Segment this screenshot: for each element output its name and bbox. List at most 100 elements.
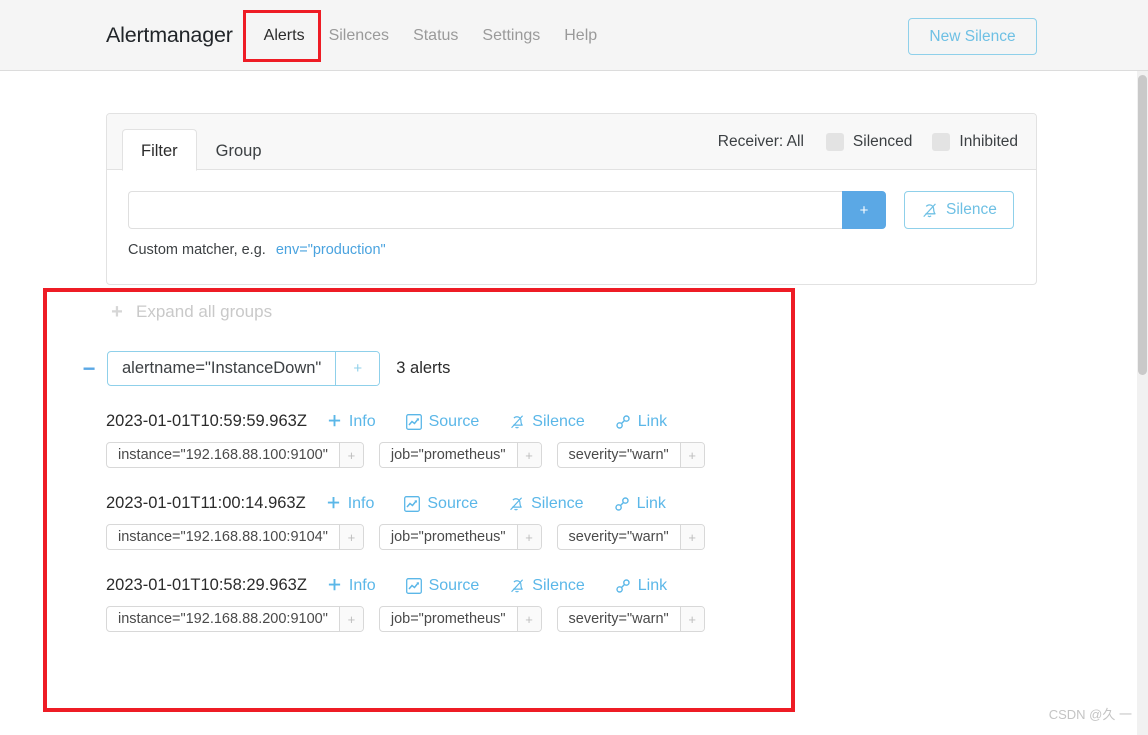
inhibited-checkbox[interactable] <box>932 133 951 151</box>
alert-link-label: Link <box>637 412 668 430</box>
label-value[interactable]: instance="192.168.88.200:9100" <box>107 607 339 631</box>
alert-link-button[interactable]: Link <box>615 413 667 431</box>
expand-all-groups-button[interactable]: + Expand all groups <box>106 298 866 326</box>
alert-silence-button[interactable]: Silence <box>509 412 585 431</box>
inhibited-toggle[interactable]: Inhibited <box>932 133 1018 151</box>
label-add-button[interactable]: + <box>516 443 541 467</box>
matcher-input[interactable] <box>128 191 842 229</box>
label-chip: instance="192.168.88.100:9104" + <box>106 524 364 550</box>
alert-item: 2023-01-01T10:58:29.963Z Info Source Sil… <box>106 576 866 632</box>
alert-source-label: Source <box>427 494 479 512</box>
group-matcher-value[interactable]: alertname="InstanceDown" <box>108 352 335 385</box>
filter-options: Receiver: All Silenced Inhibited <box>718 114 1018 170</box>
alert-item: 2023-01-01T10:59:59.963Z Info Source Sil… <box>106 412 866 468</box>
matcher-hint: Custom matcher, e.g. env="production" <box>128 242 386 258</box>
alert-header: 2023-01-01T10:58:29.963Z Info Source Sil… <box>106 576 866 595</box>
alert-header: 2023-01-01T11:00:14.963Z Info Source Sil… <box>106 494 866 513</box>
bell-slash-icon <box>921 202 938 219</box>
label-chip: severity="warn" + <box>556 524 705 550</box>
alert-header: 2023-01-01T10:59:59.963Z Info Source Sil… <box>106 412 866 431</box>
alert-link-label: Link <box>637 576 668 594</box>
alert-labels: instance="192.168.88.100:9100" + job="pr… <box>106 442 866 468</box>
silenced-checkbox[interactable] <box>825 133 844 151</box>
expand-all-groups-label: Expand all groups <box>136 302 273 321</box>
nav-item-settings[interactable]: Settings <box>470 21 552 51</box>
matcher-hint-text: Custom matcher, e.g. <box>128 242 266 258</box>
link-icon <box>615 578 631 594</box>
bell-slash-icon <box>509 414 525 430</box>
label-add-button[interactable]: + <box>338 443 363 467</box>
label-chip: job="prometheus" + <box>378 442 542 468</box>
alert-timestamp: 2023-01-01T10:58:29.963Z <box>106 576 307 594</box>
label-value[interactable]: job="prometheus" <box>380 525 517 549</box>
label-value[interactable]: instance="192.168.88.100:9100" <box>107 443 339 467</box>
label-add-button[interactable]: + <box>679 607 704 631</box>
group-matcher-add-button[interactable]: + <box>335 352 380 385</box>
label-add-button[interactable]: + <box>338 525 363 549</box>
label-add-button[interactable]: + <box>679 525 704 549</box>
alert-info-label: Info <box>348 412 376 430</box>
alert-link-label: Link <box>636 494 666 512</box>
alert-source-link[interactable]: Source <box>405 576 480 595</box>
bell-slash-icon <box>508 496 524 512</box>
alert-info-button[interactable]: Info <box>327 413 376 431</box>
receiver-label[interactable]: Receiver: All <box>718 133 804 151</box>
bell-slash-icon <box>509 578 525 594</box>
filter-tabs-row: Filter Group Receiver: All Silenced Inhi… <box>107 114 1036 171</box>
label-add-button[interactable]: + <box>516 607 541 631</box>
app-root: Alertmanager Alerts Silences Status Sett… <box>0 0 1148 735</box>
nav-links: Alerts Silences Status Settings Help <box>252 21 609 51</box>
nav-item-status[interactable]: Status <box>401 21 470 51</box>
top-navbar: Alertmanager Alerts Silences Status Sett… <box>0 0 1148 71</box>
silenced-toggle[interactable]: Silenced <box>825 133 913 151</box>
nav-item-help[interactable]: Help <box>552 21 609 51</box>
label-value[interactable]: instance="192.168.88.100:9104" <box>107 525 339 549</box>
label-add-button[interactable]: + <box>679 443 704 467</box>
silence-button[interactable]: Silence <box>904 191 1014 229</box>
label-chip: severity="warn" + <box>556 442 705 468</box>
navbar-content: Alertmanager Alerts Silences Status Sett… <box>106 0 609 71</box>
app-brand: Alertmanager <box>106 23 233 47</box>
alert-info-button[interactable]: Info <box>326 495 374 513</box>
alert-source-link[interactable]: Source <box>405 412 480 431</box>
label-value[interactable]: job="prometheus" <box>380 443 517 467</box>
label-value[interactable]: job="prometheus" <box>380 607 517 631</box>
label-value[interactable]: severity="warn" <box>558 525 680 549</box>
group-matcher-chip: alertname="InstanceDown" + <box>107 351 381 386</box>
alert-timestamp: 2023-01-01T10:59:59.963Z <box>106 412 307 430</box>
matcher-add-button[interactable]: + <box>842 191 886 229</box>
nav-item-alerts[interactable]: Alerts <box>252 21 317 51</box>
tab-filter[interactable]: Filter <box>122 129 197 171</box>
alert-silence-button[interactable]: Silence <box>509 577 585 595</box>
filter-tabs: Filter Group <box>122 114 281 171</box>
filter-body: + Silence Custom matcher, e.g. env="prod… <box>107 170 1036 284</box>
label-add-button[interactable]: + <box>338 607 363 631</box>
label-chip: instance="192.168.88.200:9100" + <box>106 606 364 632</box>
alert-silence-button[interactable]: Silence <box>508 495 584 513</box>
alert-silence-label: Silence <box>532 412 585 430</box>
alert-info-button[interactable]: Info <box>327 577 376 595</box>
new-silence-button[interactable]: New Silence <box>908 18 1037 55</box>
matcher-hint-example[interactable]: env="production" <box>276 242 386 258</box>
link-icon <box>614 496 630 512</box>
link-icon <box>615 414 631 430</box>
tab-group[interactable]: Group <box>197 129 281 171</box>
alert-link-button[interactable]: Link <box>615 577 667 595</box>
alert-source-label: Source <box>428 412 480 430</box>
alerts-count-label: 3 alerts <box>396 359 451 377</box>
label-value[interactable]: severity="warn" <box>558 607 680 631</box>
label-add-button[interactable]: + <box>516 525 541 549</box>
label-chip: severity="warn" + <box>556 606 705 632</box>
group-collapse-toggle[interactable]: − <box>78 357 100 380</box>
label-value[interactable]: severity="warn" <box>558 443 680 467</box>
matcher-row: + Silence <box>128 191 1014 229</box>
silenced-label: Silenced <box>852 133 913 150</box>
alert-link-button[interactable]: Link <box>614 495 666 513</box>
label-chip: job="prometheus" + <box>378 606 542 632</box>
nav-item-silences[interactable]: Silences <box>317 21 401 51</box>
inhibited-label: Inhibited <box>959 133 1018 150</box>
plus-icon <box>327 414 342 429</box>
alert-source-label: Source <box>428 576 480 594</box>
page-scrollbar-thumb[interactable] <box>1138 75 1147 375</box>
alert-source-link[interactable]: Source <box>404 495 478 513</box>
